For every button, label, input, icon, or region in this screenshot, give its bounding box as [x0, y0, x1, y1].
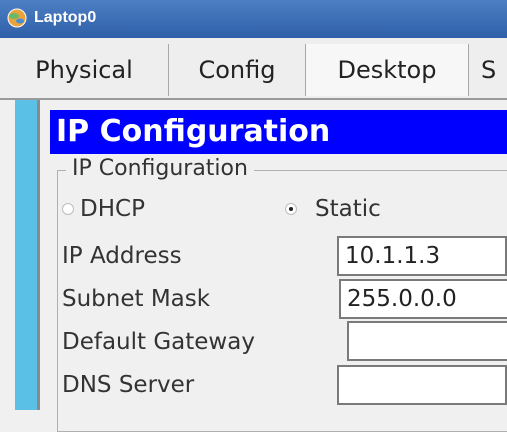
subnet-mask-input[interactable]	[339, 279, 507, 319]
subnet-mask-label: Subnet Mask	[62, 286, 211, 312]
side-stripe	[15, 100, 37, 410]
desktop-content: IP Configuration IP Configuration DHCP S…	[0, 100, 507, 432]
default-gateway-label: Default Gateway	[62, 329, 255, 355]
window-title: Laptop0	[34, 9, 97, 26]
static-radio-dot	[289, 207, 293, 211]
group-title: IP Configuration	[66, 156, 254, 181]
tab-physical[interactable]: Physical	[0, 44, 169, 96]
ip-address-label: IP Address	[62, 243, 182, 269]
static-radio[interactable]	[285, 203, 297, 215]
dhcp-radio[interactable]	[62, 203, 74, 215]
dhcp-radio-label[interactable]: DHCP	[80, 196, 145, 222]
ip-address-input[interactable]	[337, 236, 507, 276]
page-title: IP Configuration	[56, 114, 331, 149]
tab-config[interactable]: Config	[169, 44, 306, 96]
static-radio-label[interactable]: Static	[315, 196, 381, 222]
dns-server-label: DNS Server	[62, 372, 195, 398]
title-bar: Laptop0	[0, 0, 507, 38]
tab-desktop[interactable]: Desktop	[306, 44, 469, 96]
tab-bar: Physical Config Desktop S	[0, 38, 507, 100]
side-stripe-edge	[37, 100, 40, 410]
tab-services[interactable]: S	[469, 44, 507, 96]
laptop-app-icon	[7, 8, 27, 28]
default-gateway-input[interactable]	[347, 321, 507, 361]
dns-server-input[interactable]	[337, 365, 507, 405]
